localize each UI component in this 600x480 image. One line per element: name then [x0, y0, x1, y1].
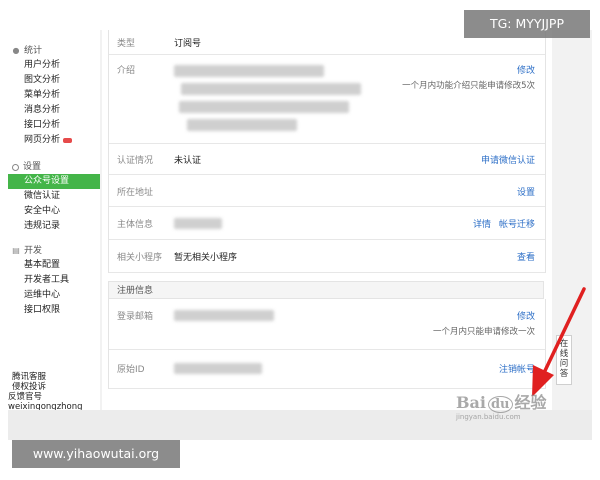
group-title: 开发 [24, 246, 43, 256]
sidebar-item-article-analysis[interactable]: 图文分析 [8, 73, 100, 88]
redacted-text [187, 119, 297, 131]
account-info-table: 类型 订阅号 介绍 修改 一个月内功能介绍只能申请修改5次 认证情况 未认证 申… [108, 30, 546, 273]
set-address-link[interactable]: 设置 [517, 185, 535, 198]
watermark-brand: Bai [456, 393, 486, 412]
row-label: 所在地址 [117, 188, 154, 198]
row-value: 订阅号 [174, 39, 202, 49]
sidebar-item-account-settings[interactable]: 公众号设置 [8, 174, 100, 189]
email-row: 登录邮箱 修改 一个月内只能申请修改一次 [109, 299, 545, 350]
main-panel: 类型 订阅号 介绍 修改 一个月内功能介绍只能申请修改5次 认证情况 未认证 申… [102, 30, 552, 410]
row-label: 认证情况 [117, 156, 154, 166]
redacted-text [174, 310, 274, 321]
sidebar-item-label: 基本配置 [24, 260, 61, 270]
sidebar-item-label: 消息分析 [24, 105, 61, 115]
stats-icon: ● [12, 46, 20, 55]
row-label: 登录邮箱 [117, 312, 154, 322]
redacted-text [174, 65, 324, 77]
miniprogram-row: 相关小程序 暂无相关小程序 查看 [109, 240, 545, 273]
sidebar-item-label: 用户分析 [24, 60, 61, 70]
red-arrow-icon [532, 287, 586, 397]
redacted-text [181, 83, 361, 95]
intro-row: 介绍 修改 一个月内功能介绍只能申请修改5次 [109, 55, 545, 144]
sidebar-item-api-analysis[interactable]: 接口分析 [8, 118, 100, 133]
sidebar-item-message-analysis[interactable]: 消息分析 [8, 103, 100, 118]
sidebar-item-basic-config[interactable]: 基本配置 [8, 258, 100, 273]
subject-details-link[interactable]: 详情 [473, 217, 491, 230]
row-label: 主体信息 [117, 220, 154, 230]
sidebar-item-label: 接口权限 [24, 305, 61, 315]
sidebar-item-dev-tools[interactable]: 开发者工具 [8, 273, 100, 288]
footer-link[interactable]: 侵权投诉 [8, 382, 83, 392]
sidebar-item-api-permissions[interactable]: 接口权限 [8, 303, 100, 318]
row-label: 介绍 [117, 66, 136, 76]
sidebar-item-label: 接口分析 [24, 120, 61, 130]
register-info-table: 登录邮箱 修改 一个月内只能申请修改一次 原始ID 注销帐号 [108, 299, 546, 389]
screenshot-area: ● 统计 用户分析 图文分析 菜单分析 消息分析 接口分析 网页分析 设置 公众… [8, 30, 592, 440]
sidebar-item-label: 网页分析 [24, 135, 61, 145]
section-title: 注册信息 [117, 286, 154, 296]
sidebar-group-stats: ● 统计 用户分析 图文分析 菜单分析 消息分析 接口分析 网页分析 [8, 44, 100, 148]
subject-row: 主体信息 帐号迁移 详情 [109, 207, 545, 240]
row-label: 相关小程序 [117, 253, 163, 263]
intro-hint: 一个月内功能介绍只能申请修改5次 [402, 81, 535, 91]
original-id-row: 原始ID 注销帐号 [109, 350, 545, 389]
sidebar-item-wechat-verify[interactable]: 微信认证 [8, 189, 100, 204]
sidebar-item-user-analysis[interactable]: 用户分析 [8, 58, 100, 73]
sidebar-group-dev: ▤ 开发 基本配置 开发者工具 运维中心 接口权限 [8, 244, 100, 318]
url-badge: www.yihaowutai.org [12, 440, 180, 468]
row-value: 暂无相关小程序 [174, 253, 238, 263]
group-header-dev: ▤ 开发 [8, 244, 100, 258]
apply-verify-link[interactable]: 申请微信认证 [481, 153, 535, 166]
group-header-settings: 设置 [8, 160, 100, 174]
sidebar-item-label: 违规记录 [24, 221, 61, 231]
sidebar-item-label: 公众号设置 [24, 176, 70, 186]
tg-badge: TG: MYYJJPP [464, 10, 590, 38]
baidu-watermark: Bai du 经验 jingyan.baidu.com [456, 389, 547, 421]
sidebar-item-label: 运维中心 [24, 290, 61, 300]
sidebar-group-settings: 设置 公众号设置 微信认证 安全中心 违规记录 [8, 160, 100, 234]
sidebar-item-label: 图文分析 [24, 75, 61, 85]
group-title: 统计 [24, 46, 43, 56]
sidebar: ● 统计 用户分析 图文分析 菜单分析 消息分析 接口分析 网页分析 设置 公众… [8, 30, 100, 412]
gear-icon [12, 163, 19, 171]
sidebar-item-label: 微信认证 [24, 191, 61, 201]
row-label: 原始ID [117, 365, 145, 375]
view-miniprogram-link[interactable]: 查看 [517, 250, 535, 263]
row-label: 类型 [117, 39, 136, 49]
watermark-sub: jingyan.baidu.com [456, 413, 521, 421]
register-section-header: 注册信息 [108, 281, 544, 299]
paw-icon: du [487, 396, 513, 413]
sidebar-item-label: 开发者工具 [24, 275, 70, 285]
sidebar-item-security-center[interactable]: 安全中心 [8, 204, 100, 219]
address-row: 所在地址 设置 [109, 175, 545, 207]
dev-icon: ▤ [12, 246, 20, 255]
sidebar-item-violation-records[interactable]: 违规记录 [8, 219, 100, 234]
group-title: 设置 [23, 162, 42, 172]
redacted-text [179, 101, 349, 113]
auth-row: 认证情况 未认证 申请微信认证 [109, 144, 545, 175]
sidebar-item-web-analysis[interactable]: 网页分析 [8, 133, 100, 148]
row-value: 未认证 [174, 156, 202, 166]
redacted-text [174, 363, 262, 374]
sidebar-item-label: 菜单分析 [24, 90, 61, 100]
sidebar-item-ops-center[interactable]: 运维中心 [8, 288, 100, 303]
group-header-stats: ● 统计 [8, 44, 100, 58]
watermark-suffix: 经验 [514, 393, 547, 412]
sidebar-item-menu-analysis[interactable]: 菜单分析 [8, 88, 100, 103]
edit-intro-link[interactable]: 修改 [517, 63, 535, 76]
footer-link[interactable]: 反馈官号 [8, 392, 83, 402]
sidebar-item-label: 安全中心 [24, 206, 61, 216]
redacted-text [174, 218, 222, 229]
new-badge [63, 138, 73, 143]
account-migrate-link[interactable]: 帐号迁移 [499, 217, 535, 230]
sidebar-bottom-links: 腾讯客服 侵权投诉 反馈官号 weixingongzhong [8, 372, 83, 412]
footer-link[interactable]: 腾讯客服 [8, 372, 83, 382]
